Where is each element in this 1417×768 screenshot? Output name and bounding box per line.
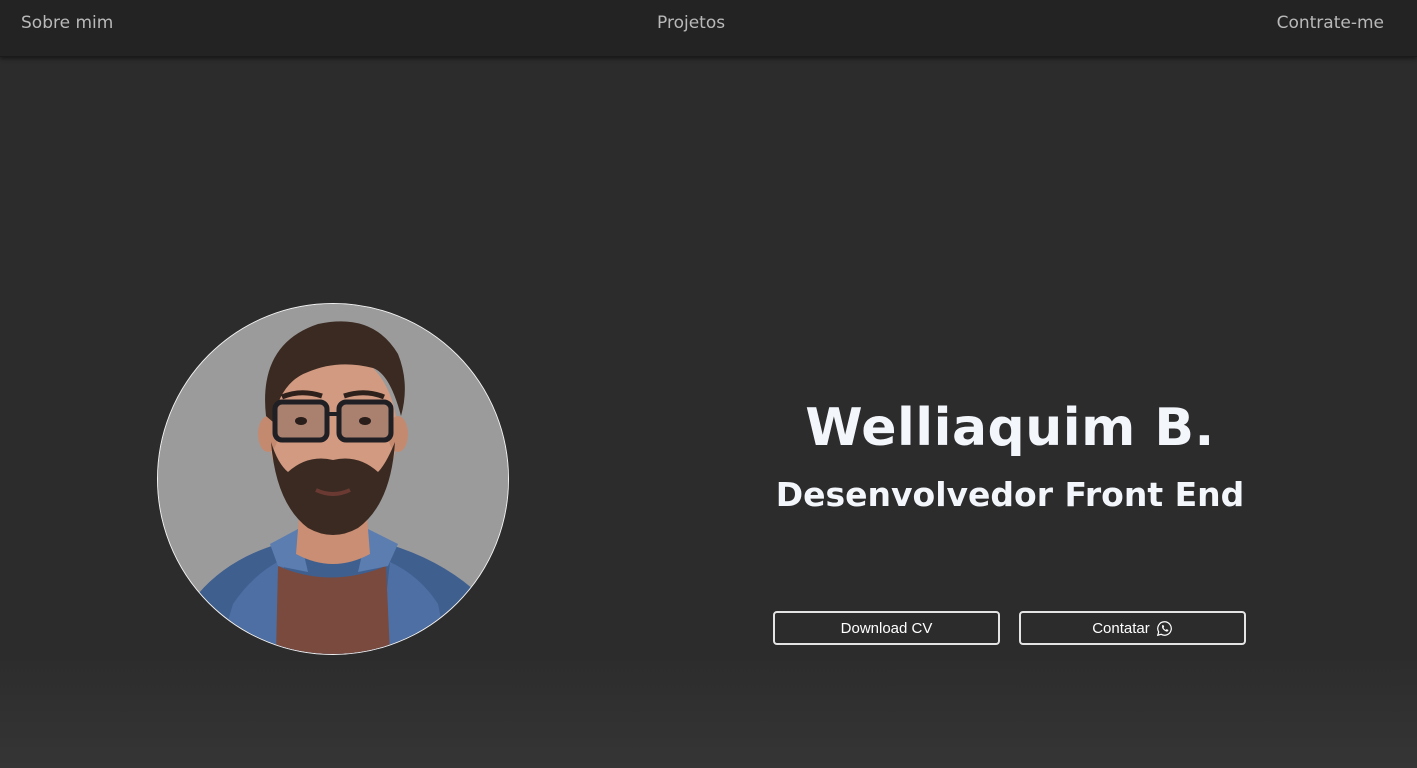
contact-label: Contatar	[1092, 619, 1150, 637]
hero-role: Desenvolvedor Front End	[775, 475, 1245, 514]
download-cv-button[interactable]: Download CV	[773, 611, 1000, 645]
nav-link-hire[interactable]: Contrate-me	[1277, 13, 1384, 33]
whatsapp-icon	[1156, 620, 1173, 637]
nav-link-about[interactable]: Sobre mim	[21, 13, 113, 33]
nav-link-projects[interactable]: Projetos	[657, 13, 725, 33]
download-cv-label: Download CV	[840, 619, 933, 637]
profile-portrait	[158, 304, 508, 654]
profile-avatar	[157, 303, 509, 655]
hero-name: Welliaquim B.	[805, 398, 1215, 458]
contact-button[interactable]: Contatar	[1019, 611, 1246, 645]
top-navbar: Sobre mim Projetos Contrate-me	[0, 0, 1417, 57]
